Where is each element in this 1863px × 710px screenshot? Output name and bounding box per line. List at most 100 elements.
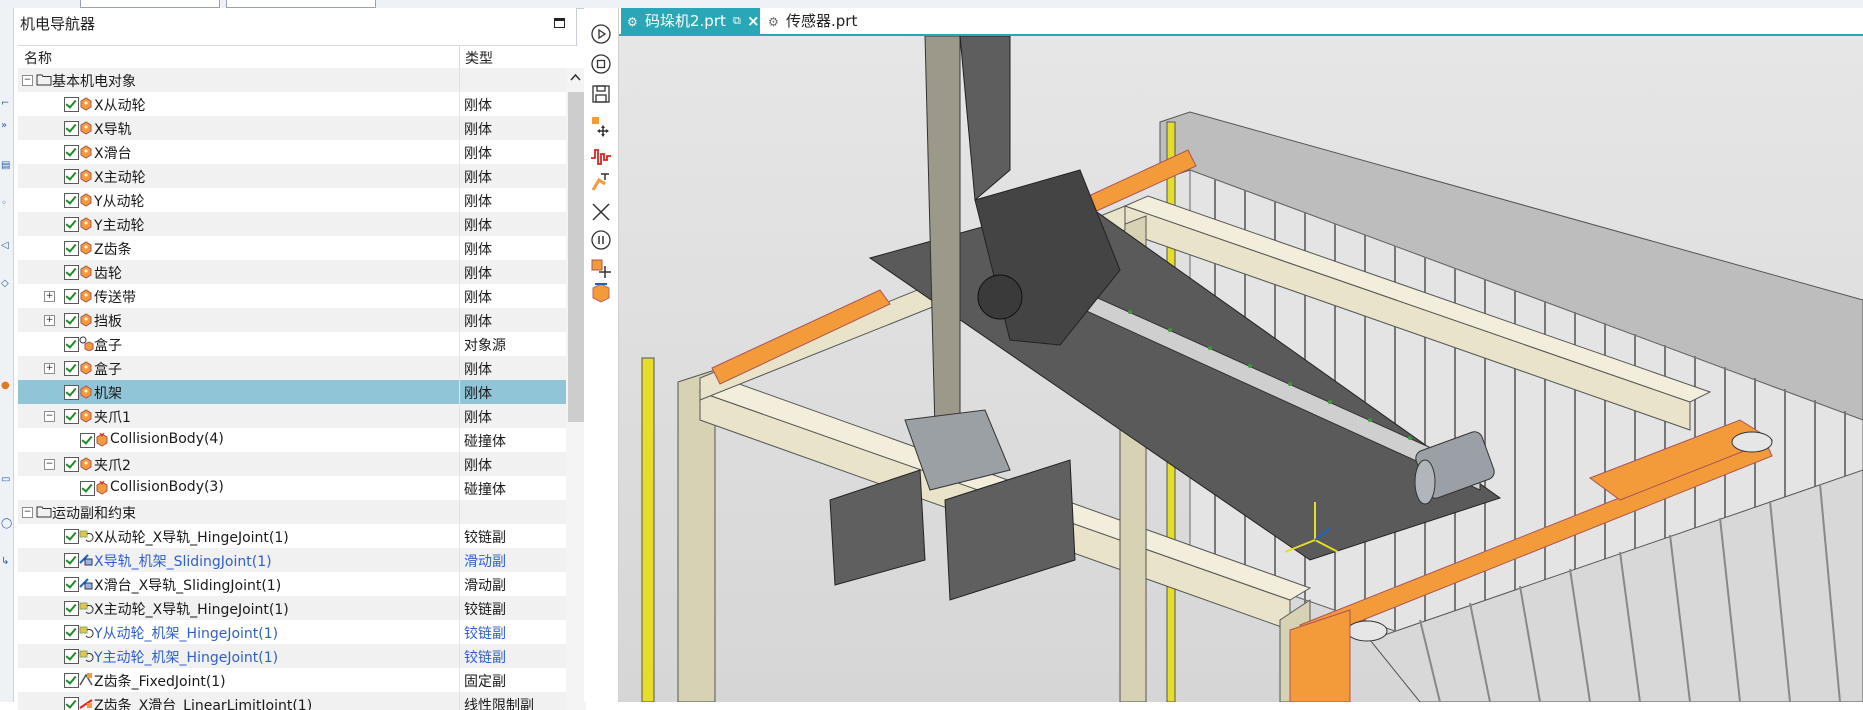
visibility-checkbox[interactable]	[64, 217, 79, 232]
tree-row[interactable]: 盒子 对象源	[18, 332, 566, 356]
visibility-checkbox[interactable]	[64, 577, 79, 592]
collapse-icon[interactable]: −	[22, 507, 33, 518]
tree-row[interactable]: Y从动轮_机架_HingeJoint(1) 铰链副	[18, 620, 566, 644]
visibility-checkbox[interactable]	[64, 385, 79, 400]
snap-object-icon[interactable]	[589, 256, 613, 280]
move-object-icon[interactable]	[589, 114, 613, 138]
tree-row[interactable]: Y从动轮 刚体	[18, 188, 566, 212]
tab-sensor[interactable]: ⚙ 传感器.prt	[762, 8, 902, 34]
toolbar-dropdown-1[interactable]	[80, 0, 220, 8]
tab-palletizer[interactable]: ⚙ 码垛机2.prt ⧉ ×	[621, 8, 760, 34]
visibility-checkbox[interactable]	[80, 481, 95, 496]
visibility-checkbox[interactable]	[64, 193, 79, 208]
tree-row[interactable]: 齿轮 刚体	[18, 260, 566, 284]
visibility-checkbox[interactable]	[80, 433, 95, 448]
tree-row-type: 刚体	[464, 458, 492, 474]
tree-row[interactable]: X主动轮_X导轨_HingeJoint(1) 铰链副	[18, 596, 566, 620]
signal-icon[interactable]	[589, 144, 613, 168]
play-icon[interactable]	[589, 22, 613, 46]
visibility-checkbox[interactable]	[64, 313, 79, 328]
hinge-joint-icon	[78, 647, 94, 663]
collapse-icon[interactable]: −	[44, 411, 55, 422]
fixed-joint-icon	[78, 671, 94, 687]
tree-row[interactable]: Z齿条 刚体	[18, 236, 566, 260]
vertical-scrollbar[interactable]	[566, 68, 586, 710]
toolbar-dropdown-2[interactable]	[226, 0, 376, 8]
tree-row[interactable]: − 基本机电对象	[18, 68, 566, 92]
resource-bar-icon[interactable]: ◁	[1, 240, 11, 252]
visibility-checkbox[interactable]	[64, 553, 79, 568]
visibility-checkbox[interactable]	[64, 145, 79, 160]
tree-row[interactable]: Z齿条_X滑台_LinearLimitJoint(1) 线性限制副	[18, 692, 566, 710]
scroll-up-icon[interactable]	[570, 72, 581, 83]
visibility-checkbox[interactable]	[64, 601, 79, 616]
tree-row[interactable]: X从动轮 刚体	[18, 92, 566, 116]
resource-bar-icon[interactable]: ⌐	[1, 98, 11, 110]
tree-row[interactable]: X滑台 刚体	[18, 140, 566, 164]
visibility-checkbox[interactable]	[64, 97, 79, 112]
scroll-thumb[interactable]	[568, 92, 584, 422]
tree-row-type: 刚体	[464, 362, 492, 378]
collapse-icon[interactable]: −	[22, 75, 33, 86]
tree-row[interactable]: + 盒子 刚体	[18, 356, 566, 380]
stop-icon[interactable]	[589, 52, 613, 76]
maximize-icon[interactable]	[554, 18, 565, 28]
resource-bar-icon[interactable]: ▭	[1, 474, 11, 486]
collapse-icon[interactable]: −	[44, 459, 55, 470]
tree-row[interactable]: X导轨_机架_SlidingJoint(1) 滑动副	[18, 548, 566, 572]
popout-icon[interactable]: ⧉	[733, 8, 741, 34]
visibility-checkbox[interactable]	[64, 241, 79, 256]
resource-bar-icon[interactable]: ◇	[1, 278, 11, 290]
tree-row[interactable]: Y主动轮_机架_HingeJoint(1) 铰链副	[18, 644, 566, 668]
resource-bar-icon[interactable]: ◦	[1, 198, 11, 210]
visibility-checkbox[interactable]	[64, 337, 79, 352]
resource-bar-icon[interactable]: ◯	[1, 518, 12, 530]
visibility-checkbox[interactable]	[64, 169, 79, 184]
tree-row[interactable]: − 夹爪1 刚体	[18, 404, 566, 428]
close-icon[interactable]	[589, 200, 613, 224]
tree-row[interactable]: + 传送带 刚体	[18, 284, 566, 308]
object-source-icon	[78, 335, 94, 352]
resource-bar-icon[interactable]: ▤	[1, 160, 11, 172]
tree-row[interactable]: − 夹爪2 刚体	[18, 452, 566, 476]
visibility-checkbox[interactable]	[64, 649, 79, 664]
visibility-checkbox[interactable]	[64, 265, 79, 280]
tree-row[interactable]: − 运动副和约束	[18, 500, 566, 524]
visibility-checkbox[interactable]	[64, 457, 79, 472]
visibility-checkbox[interactable]	[64, 673, 79, 688]
tree-row-name: 盒子	[94, 362, 122, 378]
tree-row-name: X导轨	[94, 122, 132, 138]
expand-icon[interactable]: +	[44, 291, 55, 302]
visibility-checkbox[interactable]	[64, 409, 79, 424]
tree-row[interactable]: X从动轮_X导轨_HingeJoint(1) 铰链副	[18, 524, 566, 548]
tree-row[interactable]: X滑台_X导轨_SlidingJoint(1) 滑动副	[18, 572, 566, 596]
tree-row[interactable]: Y主动轮 刚体	[18, 212, 566, 236]
close-tab-icon[interactable]: ×	[747, 8, 760, 34]
resource-bar-icon[interactable]: ↳	[1, 556, 11, 568]
expand-icon[interactable]: +	[44, 363, 55, 374]
visibility-checkbox[interactable]	[64, 529, 79, 544]
joint-tool-icon[interactable]	[589, 170, 613, 194]
resource-bar-icon[interactable]: ●	[1, 380, 11, 392]
tree-row[interactable]: 机架 刚体	[18, 380, 566, 404]
column-header-name[interactable]: 名称	[24, 48, 52, 68]
tree-row[interactable]: X导轨 刚体	[18, 116, 566, 140]
tree-row[interactable]: Z齿条_FixedJoint(1) 固定副	[18, 668, 566, 692]
column-header-type[interactable]: 类型	[465, 48, 493, 68]
tree-row[interactable]: CollisionBody(4) 碰撞体	[18, 428, 566, 452]
tree-row-name: X主动轮	[94, 170, 146, 186]
expand-icon[interactable]: +	[44, 315, 55, 326]
pause-icon[interactable]	[589, 228, 613, 252]
visibility-checkbox[interactable]	[64, 361, 79, 376]
visibility-checkbox[interactable]	[64, 697, 79, 710]
save-icon[interactable]	[589, 82, 613, 106]
tree-row[interactable]: CollisionBody(3) 碰撞体	[18, 476, 566, 500]
graphics-viewport[interactable]	[619, 36, 1863, 702]
resource-bar-icon[interactable]: »	[1, 120, 11, 132]
tree-row[interactable]: X主动轮 刚体	[18, 164, 566, 188]
tree-row[interactable]: + 挡板 刚体	[18, 308, 566, 332]
visibility-checkbox[interactable]	[64, 625, 79, 640]
visibility-checkbox[interactable]	[64, 289, 79, 304]
visibility-checkbox[interactable]	[64, 121, 79, 136]
create-body-icon[interactable]	[589, 282, 613, 306]
